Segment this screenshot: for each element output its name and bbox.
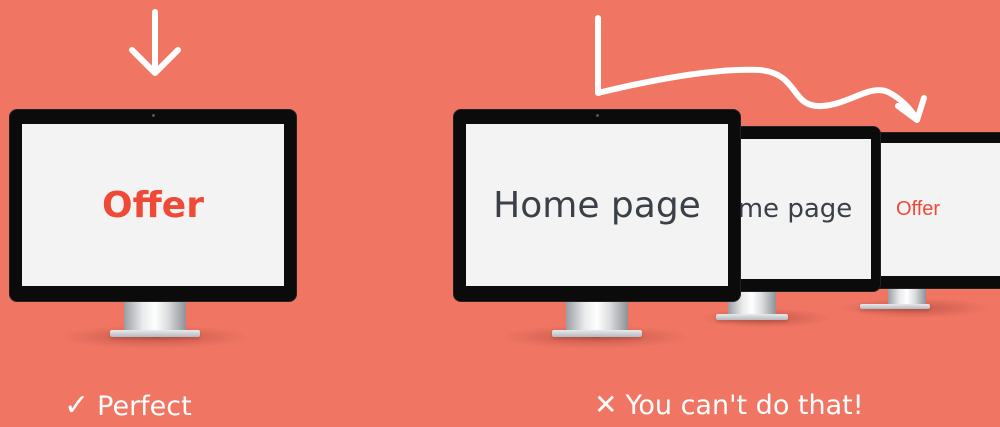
camera-dot xyxy=(152,114,155,117)
monitor-base xyxy=(110,330,200,337)
monitor-base xyxy=(860,304,930,309)
offer-text: Offer xyxy=(102,184,204,226)
camera-dot xyxy=(596,114,599,117)
monitor-bezel: Offer xyxy=(868,133,1000,288)
home-page-text: me page xyxy=(737,194,853,224)
monitor-bezel: Home page xyxy=(454,110,740,301)
caption-perfect: ✓ Perfect xyxy=(64,388,192,423)
monitor-base xyxy=(552,330,642,337)
monitor-screen: Offer xyxy=(22,124,284,286)
check-icon: ✓ xyxy=(64,388,90,423)
monitor-screen: Home page xyxy=(466,124,728,286)
caption-cant: ✕ You can't do that! xyxy=(594,388,864,421)
monitor-bezel: Offer xyxy=(10,110,296,301)
home-page-text: Home page xyxy=(493,184,701,226)
arrow-down-icon xyxy=(129,9,181,76)
cross-icon: ✕ xyxy=(594,388,618,421)
monitor-stand xyxy=(566,300,628,333)
monitor-stand xyxy=(888,286,926,306)
offer-text: Offer xyxy=(895,198,941,220)
caption-perfect-text: Perfect xyxy=(97,391,192,422)
caption-cant-text: You can't do that! xyxy=(625,390,864,421)
monitor-stand xyxy=(124,300,186,333)
curved-arrow-icon xyxy=(595,15,927,123)
monitor-base xyxy=(716,314,788,320)
monitor-screen: Offer xyxy=(876,143,1000,276)
